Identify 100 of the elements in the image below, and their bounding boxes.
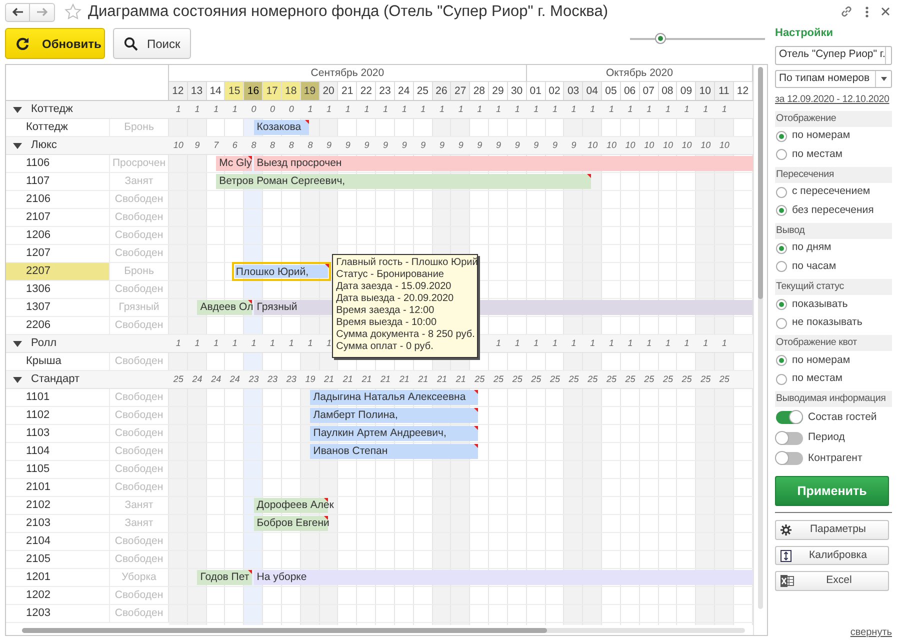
room-number[interactable]: 1201 <box>6 569 109 586</box>
day-header[interactable]: 26 <box>432 82 452 100</box>
radio-button[interactable] <box>776 149 787 160</box>
booking-bar[interactable]: Ламберт Полина, <box>310 408 478 423</box>
slider-thumb[interactable] <box>654 33 666 44</box>
room-number[interactable]: 1207 <box>6 245 109 262</box>
room-number[interactable]: 1306 <box>6 281 109 298</box>
booking-bar[interactable]: Козакова <box>254 120 309 135</box>
room-number[interactable]: 1101 <box>6 389 109 406</box>
room-number[interactable]: 1102 <box>6 407 109 424</box>
free-count: 1 <box>551 337 558 350</box>
room-status: Занят <box>109 515 169 532</box>
scrollbar-thumb[interactable] <box>22 628 547 633</box>
dropdown-field[interactable]: По типам номеров <box>775 70 892 88</box>
collapse-link[interactable]: свернуть <box>850 626 892 638</box>
radio-button[interactable] <box>776 374 787 385</box>
radio-button[interactable] <box>776 242 787 254</box>
calibration-button[interactable]: Калибровка <box>775 546 889 566</box>
stay-bar[interactable]: Ветров Роман Сергеевич, <box>216 174 592 189</box>
day-header[interactable]: 14 <box>206 82 226 100</box>
free-count: 1 <box>532 103 540 116</box>
group-name: Ролл <box>31 336 57 352</box>
day-header[interactable]: 04 <box>583 82 602 100</box>
radio-button[interactable] <box>776 205 787 216</box>
room-number[interactable]: 1107 <box>6 173 109 190</box>
back-button[interactable] <box>5 2 30 22</box>
room-number[interactable]: 1105 <box>6 461 109 478</box>
radio-button[interactable] <box>776 298 787 310</box>
room-number[interactable]: 2101 <box>6 479 109 496</box>
more-icon[interactable] <box>865 6 869 18</box>
toggle-switch[interactable] <box>776 411 803 424</box>
collapse-arrow-icon[interactable] <box>13 106 22 112</box>
free-count: 10 <box>718 139 730 152</box>
day-header[interactable]: 19 <box>300 82 320 100</box>
room-number[interactable]: 2207 <box>6 263 109 280</box>
room-number[interactable]: 1106 <box>6 155 109 172</box>
room-number[interactable]: 1307 <box>6 299 109 316</box>
scrollbar-thumb[interactable] <box>758 67 763 299</box>
close-icon[interactable] <box>881 7 890 16</box>
day-header[interactable]: 15 <box>225 82 244 100</box>
room-number[interactable]: Коттедж <box>6 119 109 136</box>
free-count: 1 <box>608 337 615 350</box>
radio-button[interactable] <box>776 355 787 366</box>
room-number[interactable]: 2206 <box>6 317 109 334</box>
radio-button[interactable] <box>776 318 787 328</box>
day-header[interactable]: 16 <box>244 82 264 100</box>
day-header[interactable]: 02 <box>546 82 564 100</box>
day-header[interactable]: 01 <box>526 82 546 100</box>
parameters-button[interactable]: Параметры <box>775 520 889 540</box>
free-count: 9 <box>400 139 408 152</box>
free-count: 21 <box>398 373 410 386</box>
room-number[interactable]: 1103 <box>6 425 109 442</box>
day-header[interactable]: 17 <box>263 82 282 100</box>
radio-button[interactable] <box>776 130 787 142</box>
excel-button[interactable]: Excel <box>775 571 889 591</box>
day-header[interactable]: 18 <box>282 82 301 100</box>
collapse-arrow-icon[interactable] <box>13 142 22 148</box>
room-number[interactable]: 2105 <box>6 551 109 568</box>
refresh-button[interactable]: Обновить <box>5 28 105 59</box>
free-count: 9 <box>382 139 390 152</box>
day-header[interactable]: 27 <box>451 82 470 100</box>
room-status: Свободен <box>109 209 169 226</box>
room-number[interactable]: 2107 <box>6 209 109 226</box>
toggle-switch[interactable] <box>776 452 803 466</box>
booking-bar[interactable]: Иванов Степан <box>310 444 478 459</box>
zoom-slider[interactable] <box>630 32 765 46</box>
room-number[interactable]: 1203 <box>6 605 109 622</box>
cleaning-status-bar[interactable]: На уборке <box>254 570 753 585</box>
booking-bar[interactable]: Плошко Юрий, <box>232 262 331 281</box>
booking-bar[interactable]: Паулкин Артем Андреевич, <box>310 426 478 441</box>
room-number[interactable]: 2106 <box>6 191 109 208</box>
room-status: Свободен <box>109 191 169 208</box>
room-number[interactable]: Крыша <box>6 353 109 370</box>
dropdown-field[interactable]: Отель "Супер Риор" г. <box>775 46 892 65</box>
toggle-switch[interactable] <box>776 432 803 445</box>
room-number[interactable]: 2103 <box>6 515 109 532</box>
radio-button[interactable] <box>776 261 787 272</box>
room-number[interactable]: 1104 <box>6 443 109 460</box>
room-number[interactable]: 2104 <box>6 533 109 550</box>
day-header[interactable]: 08 <box>658 82 678 100</box>
collapse-arrow-icon[interactable] <box>13 340 22 346</box>
link-icon[interactable] <box>840 5 853 18</box>
period-link[interactable]: за 12.09.2020 - 12.10.2020 <box>775 93 890 108</box>
day-header[interactable]: 12 <box>169 82 188 100</box>
day-header[interactable]: 20 <box>320 82 338 100</box>
day-header[interactable]: 10 <box>696 82 716 100</box>
room-number[interactable]: 2102 <box>6 497 109 514</box>
room-number[interactable]: 1202 <box>6 587 109 604</box>
day-header[interactable]: 11 <box>715 82 734 100</box>
star-icon[interactable] <box>64 3 82 21</box>
radio-button[interactable] <box>776 186 787 198</box>
overdue-bar[interactable]: Выезд просрочен <box>254 156 753 171</box>
day-header[interactable]: 03 <box>564 82 584 100</box>
search-button[interactable]: Поиск <box>113 28 192 59</box>
day-header[interactable]: 13 <box>188 82 207 100</box>
day-header[interactable]: 07 <box>640 82 659 100</box>
collapse-arrow-icon[interactable] <box>13 376 22 382</box>
room-number[interactable]: 1206 <box>6 227 109 244</box>
free-count: 10 <box>605 139 618 152</box>
free-count: 10 <box>586 139 599 152</box>
